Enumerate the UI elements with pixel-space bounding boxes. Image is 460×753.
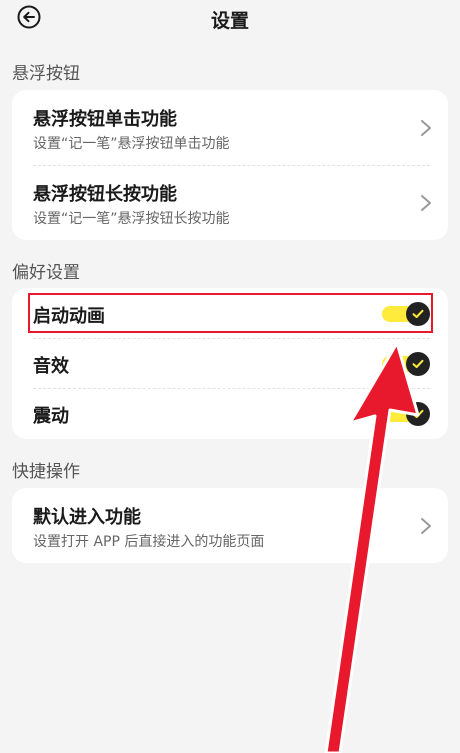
annotation-highlight-box bbox=[28, 293, 433, 333]
settings-row-sound: 音效 bbox=[12, 338, 448, 388]
row-subtitle: 设置打开 APP 后直接进入的功能页面 bbox=[33, 534, 265, 550]
toggle-knob bbox=[406, 402, 430, 426]
vibration-toggle[interactable] bbox=[382, 402, 430, 426]
row-subtitle: 设置“记一笔”悬浮按钮长按功能 bbox=[33, 211, 230, 227]
settings-row-vibration: 震动 bbox=[12, 388, 448, 439]
row-title: 震动 bbox=[33, 406, 69, 427]
row-title: 悬浮按钮单击功能 bbox=[33, 109, 177, 130]
app-header: 设置 bbox=[0, 0, 460, 36]
section-title-floating-button: 悬浮按钮 bbox=[12, 64, 80, 84]
floating-button-card: 悬浮按钮单击功能 设置“记一笔”悬浮按钮单击功能 悬浮按钮长按功能 设置“记一笔… bbox=[12, 90, 448, 240]
chevron-right-icon bbox=[421, 518, 431, 534]
row-title: 音效 bbox=[33, 356, 69, 377]
toggle-knob bbox=[406, 352, 430, 376]
page-title: 设置 bbox=[210, 10, 249, 32]
settings-row-floating-click[interactable]: 悬浮按钮单击功能 设置“记一笔”悬浮按钮单击功能 bbox=[12, 90, 448, 165]
check-icon bbox=[412, 409, 424, 418]
settings-row-floating-longpress[interactable]: 悬浮按钮长按功能 设置“记一笔”悬浮按钮长按功能 bbox=[12, 165, 448, 240]
settings-row-default-entry[interactable]: 默认进入功能 设置打开 APP 后直接进入的功能页面 bbox=[12, 488, 448, 563]
row-subtitle: 设置“记一笔”悬浮按钮单击功能 bbox=[33, 136, 230, 152]
row-title: 悬浮按钮长按功能 bbox=[33, 184, 177, 205]
row-title: 默认进入功能 bbox=[33, 507, 141, 528]
chevron-right-icon bbox=[421, 120, 431, 136]
section-title-preferences: 偏好设置 bbox=[12, 263, 80, 283]
shortcuts-card: 默认进入功能 设置打开 APP 后直接进入的功能页面 bbox=[12, 488, 448, 563]
section-title-shortcuts: 快捷操作 bbox=[12, 462, 80, 482]
chevron-right-icon bbox=[421, 195, 431, 211]
check-icon bbox=[412, 359, 424, 368]
sound-toggle[interactable] bbox=[382, 352, 430, 376]
